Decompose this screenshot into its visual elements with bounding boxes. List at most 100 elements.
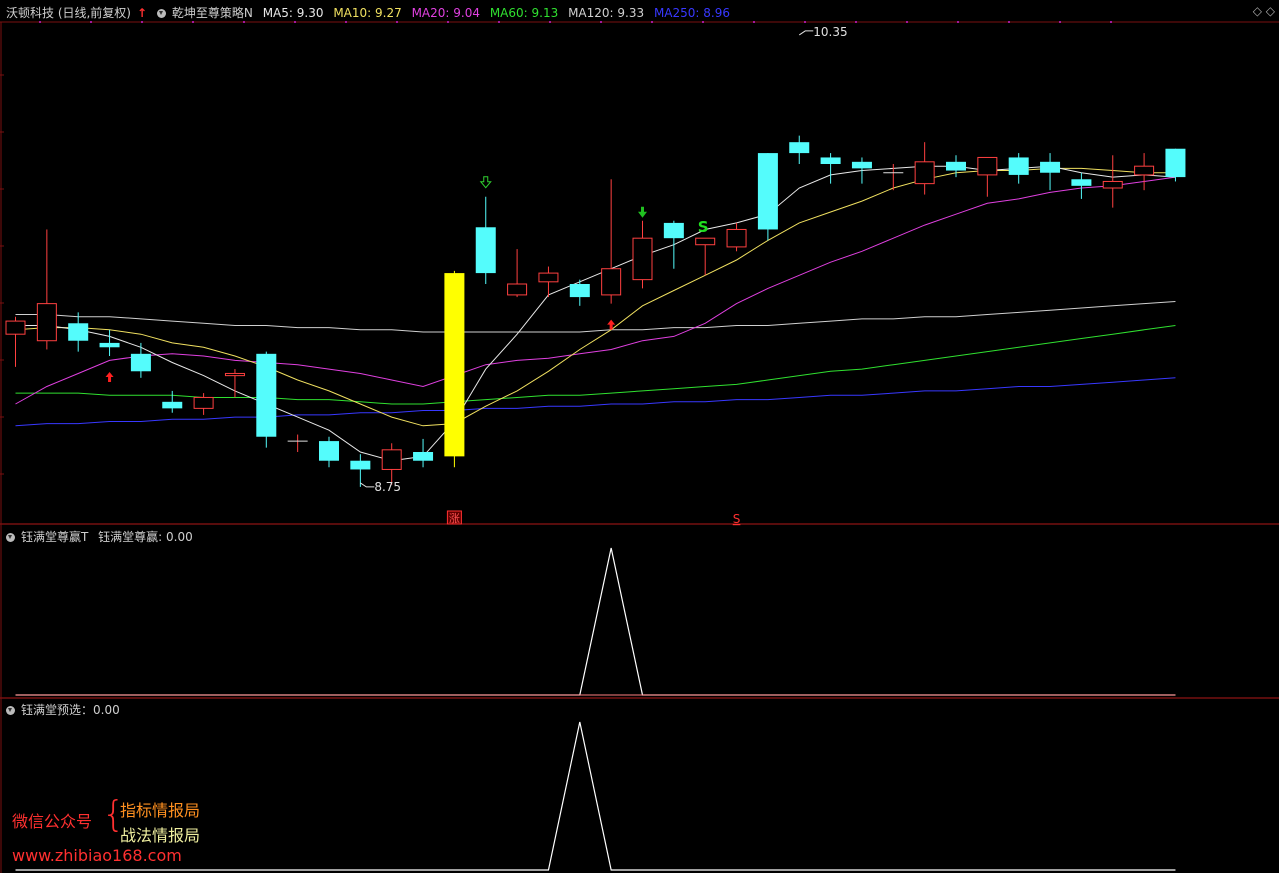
watermark-item2: 战法情报局 (120, 826, 201, 845)
candle-body (475, 227, 496, 274)
low-label: 8.75 (374, 480, 401, 494)
top-dot (753, 21, 755, 23)
candle-body (757, 153, 778, 230)
candle (695, 237, 716, 276)
stock-name[interactable]: 沃顿科技 (日线,前复权) (6, 6, 131, 20)
candle (977, 156, 998, 197)
candle (287, 434, 308, 452)
top-dot (294, 21, 296, 23)
panel2-title[interactable]: 钰满堂尊赢T (21, 530, 88, 544)
candle (757, 153, 778, 241)
window-controls: ◇ ◇ (1253, 4, 1275, 18)
grid (0, 21, 1279, 873)
candle-body (1134, 165, 1155, 176)
candle (5, 316, 26, 367)
top-dot (1110, 21, 1112, 23)
strategy-name[interactable]: 乾坤至尊策略N (172, 6, 253, 20)
chevron-down-icon[interactable] (6, 533, 15, 542)
down-arrow-icon (638, 206, 647, 218)
candle-body (726, 228, 747, 248)
high-label: 10.35 (813, 25, 847, 39)
s-marker: S (698, 218, 709, 236)
top-dot (192, 21, 194, 23)
candle (475, 196, 496, 284)
candle (663, 220, 684, 269)
candle-body (1040, 161, 1061, 173)
top-dot (1008, 21, 1010, 23)
candle (256, 351, 277, 448)
candle-body (851, 161, 872, 169)
panel3-title[interactable]: 钰满堂预选：0.00 (21, 703, 120, 717)
candle-body (914, 161, 935, 185)
candle (193, 393, 214, 415)
top-dot (549, 21, 551, 23)
watermark-url: www.zhibiao168.com (12, 846, 182, 865)
high-pointer (798, 30, 814, 36)
candle-body (789, 142, 810, 154)
zhang-label: 涨 (449, 512, 460, 525)
top-dot (141, 21, 143, 23)
candle-body (193, 396, 214, 409)
candle (601, 179, 622, 304)
candle (1040, 153, 1061, 191)
candle (914, 142, 935, 195)
candle-body (1102, 180, 1123, 189)
ma5-label: MA5: 9.30 (262, 6, 324, 20)
candle (350, 454, 371, 487)
top-dot (243, 21, 245, 23)
top-dot (498, 21, 500, 23)
watermark-item1: 指标情报局 (120, 801, 201, 820)
candle-body (820, 157, 841, 164)
panel2-value: 钰满堂尊赢: 0.00 (98, 530, 193, 544)
candle (1008, 153, 1029, 184)
top-dot (804, 21, 806, 23)
candle-body (413, 452, 434, 461)
candle-body (1008, 157, 1029, 175)
candle-body (224, 372, 245, 377)
candle (1102, 155, 1123, 208)
panel3-header: 钰满堂预选：0.00 (6, 701, 126, 718)
candle-body (319, 441, 339, 461)
diamond-icon[interactable]: ◇ (1266, 4, 1275, 18)
candle-body (130, 353, 151, 372)
main-header: 沃顿科技 (日线,前复权) ↑ 乾坤至尊策略N MA5: 9.30 MA10: 9… (6, 4, 736, 21)
candle-body (977, 156, 998, 176)
top-dot (855, 21, 857, 23)
candle-body (256, 353, 277, 437)
candle-body (1165, 148, 1186, 178)
top-dot (651, 21, 653, 23)
candle (851, 157, 872, 184)
candle-body (36, 303, 57, 342)
candle-body (350, 460, 371, 470)
candle (68, 312, 89, 352)
candle (319, 436, 339, 468)
candle (569, 279, 590, 306)
ma250-label: MA250: 8.96 (653, 6, 730, 20)
candle (789, 135, 810, 164)
candle-body (663, 222, 684, 239)
ma10-label: MA10: 9.27 (333, 6, 402, 20)
top-dot (447, 21, 449, 23)
candle-body (507, 283, 528, 296)
ma60-line (15, 325, 1176, 405)
candle-body (569, 284, 590, 298)
candle-body (99, 342, 120, 348)
up-arrow-icon: ↑ (137, 6, 148, 20)
chevron-down-icon[interactable] (6, 706, 15, 715)
candle-body (538, 272, 559, 283)
ma-lines (15, 165, 1176, 462)
ma250-line (15, 377, 1176, 427)
candle (1134, 153, 1155, 191)
ma60-label: MA60: 9.13 (489, 6, 559, 20)
panel2-header: 钰满堂尊赢T 钰满堂尊赢: 0.00 (6, 528, 199, 545)
candle-body (601, 268, 622, 296)
chevron-down-icon[interactable] (156, 9, 166, 18)
candle (1071, 172, 1092, 199)
candles (5, 135, 1186, 487)
candle (36, 229, 57, 350)
top-dot (396, 21, 398, 23)
candle (162, 390, 183, 413)
candle (820, 153, 841, 184)
candle (632, 220, 653, 289)
diamond-icon[interactable]: ◇ (1253, 4, 1262, 18)
